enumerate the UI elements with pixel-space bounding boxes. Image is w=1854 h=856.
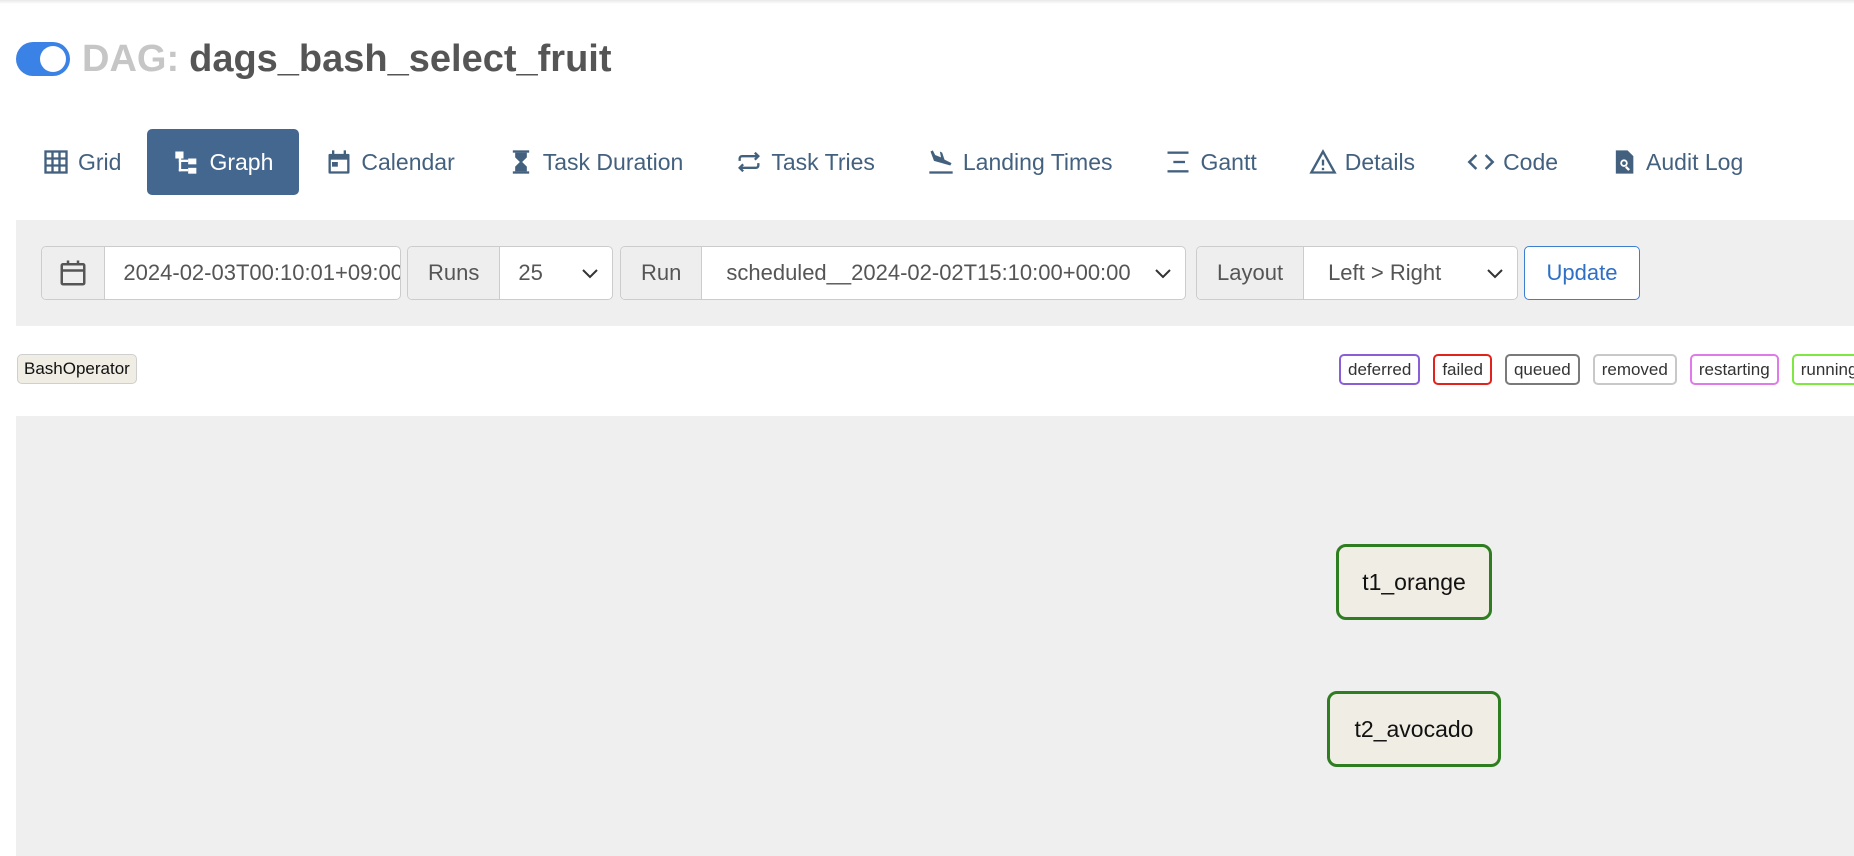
tab-code[interactable]: Code — [1441, 129, 1584, 195]
tab-label: Grid — [78, 148, 122, 175]
tab-gantt[interactable]: Gantt — [1138, 129, 1282, 195]
operator-legend-bashoperator[interactable]: BashOperator — [17, 354, 137, 384]
chevron-down-icon — [1487, 269, 1503, 279]
plane-landing-icon — [929, 150, 953, 174]
grid-icon — [44, 150, 68, 174]
tab-label: Details — [1344, 148, 1416, 175]
layout-group: Layout Left > Right — [1196, 246, 1518, 300]
top-shadow — [0, 0, 1854, 4]
tab-label: Audit Log — [1646, 148, 1744, 175]
tab-label: Graph — [209, 148, 274, 175]
state-legend: deferred failed queued removed restartin… — [1339, 354, 1854, 385]
view-tabs: Grid Graph Calendar Task Duration Task T… — [16, 129, 1769, 195]
hourglass-icon — [512, 150, 529, 174]
graph-canvas[interactable]: t1_orange t2_avocado — [16, 416, 1854, 856]
state-removed[interactable]: removed — [1592, 354, 1677, 385]
tab-grid[interactable]: Grid — [16, 129, 147, 195]
calendar-icon — [60, 260, 86, 286]
tab-label: Task Tries — [771, 148, 875, 175]
tab-task-tries[interactable]: Task Tries — [709, 129, 901, 195]
calendar-icon — [328, 150, 350, 174]
chevron-down-icon — [582, 269, 598, 279]
update-button[interactable]: Update — [1524, 246, 1640, 300]
run-value: scheduled__2024-02-02T15:10:00+00:00 — [726, 260, 1131, 285]
tab-task-duration[interactable]: Task Duration — [481, 129, 710, 195]
state-deferred[interactable]: deferred — [1339, 354, 1421, 385]
dag-title-prefix: DAG: — [82, 37, 180, 80]
code-icon — [1467, 154, 1495, 170]
date-picker-group: 2024-02-03T00:10:01+09:00 — [41, 246, 401, 300]
run-label: Run — [621, 247, 703, 299]
calendar-button[interactable] — [42, 247, 106, 299]
runs-value: 25 — [518, 260, 543, 285]
state-running[interactable]: running — [1791, 354, 1854, 385]
task-node-t2-avocado[interactable]: t2_avocado — [1327, 691, 1501, 767]
task-node-t1-orange[interactable]: t1_orange — [1336, 544, 1492, 620]
toggle-knob — [40, 46, 66, 72]
warning-triangle-icon — [1309, 149, 1337, 174]
runs-group: Runs 25 — [407, 246, 613, 300]
graph-icon — [175, 151, 197, 174]
tab-label: Code — [1503, 148, 1559, 175]
tab-landing-times[interactable]: Landing Times — [901, 129, 1139, 195]
graph-controls: 2024-02-03T00:10:01+09:00 Runs 25 Run sc… — [16, 220, 1854, 326]
state-queued[interactable]: queued — [1504, 354, 1580, 385]
tab-label: Gantt — [1200, 148, 1257, 175]
tab-audit-log[interactable]: Audit Log — [1584, 129, 1769, 195]
run-group: Run scheduled__2024-02-02T15:10:00+00:00 — [620, 246, 1186, 300]
tab-details[interactable]: Details — [1283, 129, 1441, 195]
gantt-icon — [1167, 151, 1189, 173]
dag-pause-toggle[interactable] — [16, 42, 70, 76]
base-date-input[interactable]: 2024-02-03T00:10:01+09:00 — [105, 247, 400, 299]
run-select[interactable]: scheduled__2024-02-02T15:10:00+00:00 — [702, 247, 1185, 299]
state-restarting[interactable]: restarting — [1689, 354, 1779, 385]
layout-value: Left > Right — [1328, 260, 1442, 285]
chevron-down-icon — [1155, 269, 1171, 279]
layout-label: Layout — [1197, 247, 1305, 299]
file-search-icon — [1615, 150, 1634, 174]
tab-label: Calendar — [361, 148, 455, 175]
runs-select[interactable]: 25 — [500, 247, 612, 299]
tab-label: Task Duration — [542, 148, 684, 175]
repeat-icon — [738, 151, 761, 173]
tab-calendar[interactable]: Calendar — [299, 129, 480, 195]
runs-label: Runs — [408, 247, 501, 299]
dag-title: DAG: dags_bash_select_fruit — [16, 34, 612, 84]
tab-graph[interactable]: Graph — [147, 129, 300, 195]
tab-label: Landing Times — [962, 148, 1113, 175]
state-failed[interactable]: failed — [1433, 354, 1492, 385]
dag-name: dags_bash_select_fruit — [189, 37, 612, 80]
layout-select[interactable]: Left > Right — [1304, 247, 1517, 299]
